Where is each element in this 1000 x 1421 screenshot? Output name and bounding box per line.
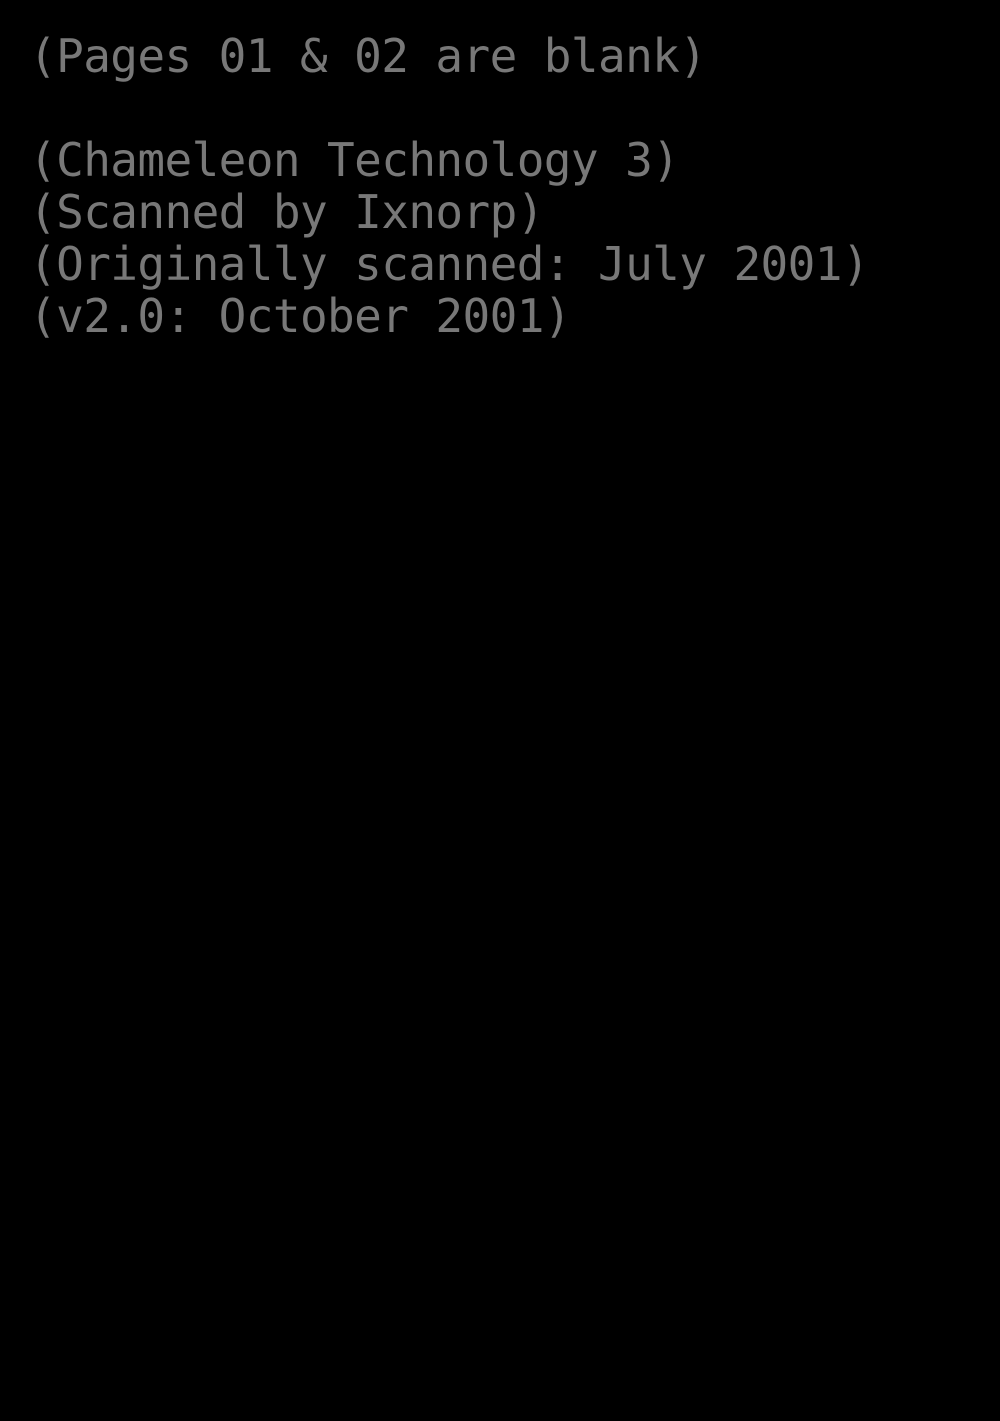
publication-title-line: (Chameleon Technology 3) (29, 133, 680, 187)
document-page: (Pages 01 & 02 are blank) (Chameleon Tec… (0, 0, 1000, 1421)
spacer-block (29, 82, 969, 134)
blank-pages-note: (Pages 01 & 02 are blank) (29, 30, 969, 82)
version-date-line: (v2.0: October 2001) (29, 289, 571, 343)
scanned-by-line: (Scanned by Ixnorp) (29, 185, 544, 239)
blank-pages-line: (Pages 01 & 02 are blank) (29, 29, 707, 83)
scan-credits-block: (Chameleon Technology 3) (Scanned by Ixn… (29, 134, 969, 342)
blank-spacer-line (29, 82, 969, 134)
frontmatter-text-block: (Pages 01 & 02 are blank) (Chameleon Tec… (29, 30, 969, 342)
original-scan-date-line: (Originally scanned: July 2001) (29, 237, 870, 291)
